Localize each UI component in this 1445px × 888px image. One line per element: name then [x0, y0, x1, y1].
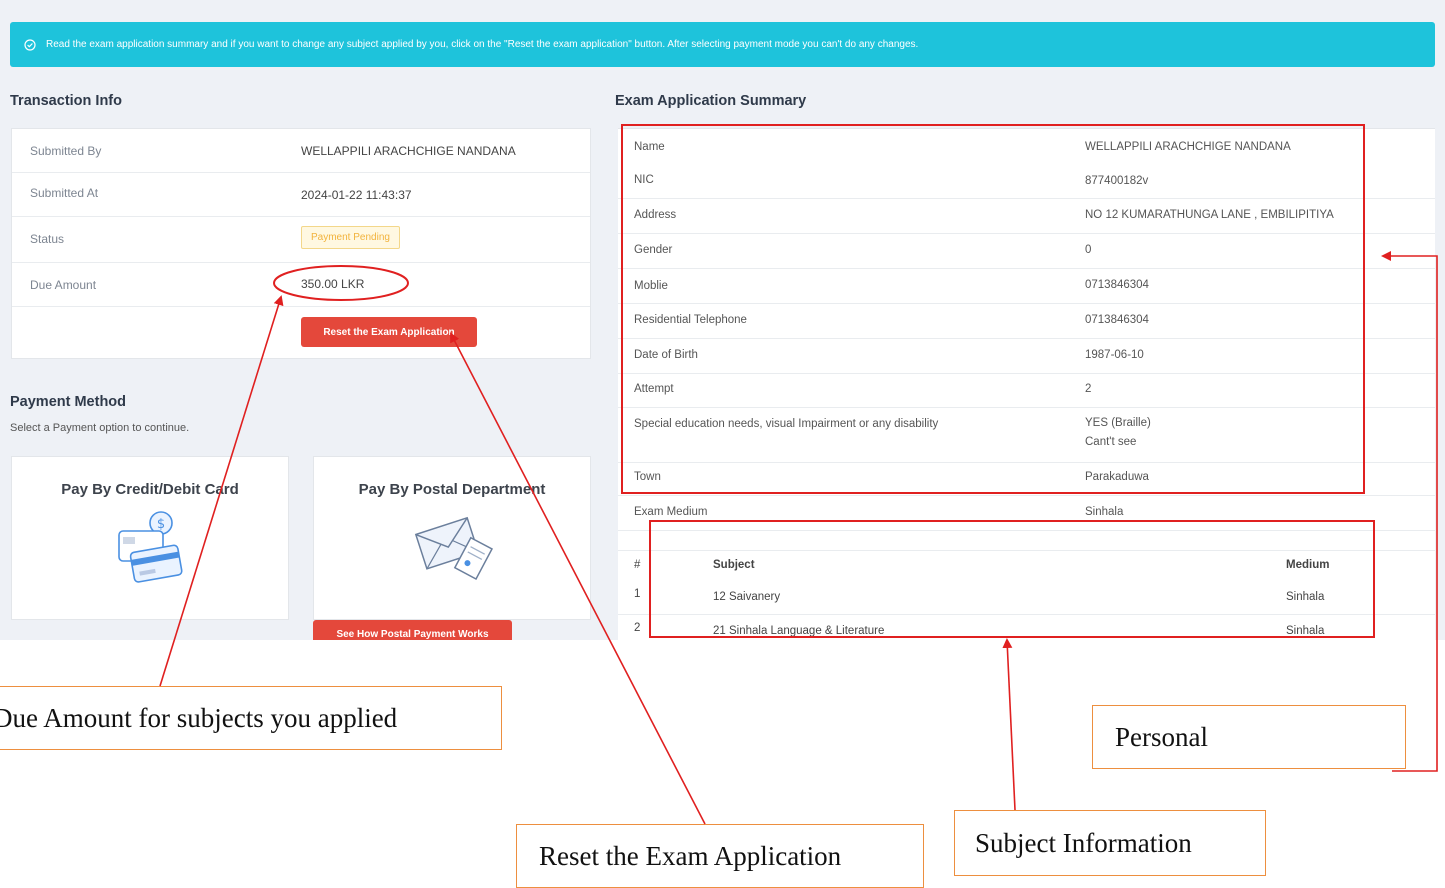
subject-header-medium: Medium — [1286, 559, 1330, 571]
exam-summary-title: Exam Application Summary — [615, 93, 807, 109]
subject-medium: Sinhala — [1286, 591, 1325, 603]
subject-info-annotation: Subject Information — [954, 810, 1266, 876]
summary-row-label: Special education needs, visual Impairme… — [634, 418, 939, 430]
subject-info-arrow — [1002, 638, 1016, 811]
subject-name: 21 Sinhala Language & Literature — [713, 625, 885, 637]
summary-row-value-extra: Cant't see — [1085, 436, 1137, 448]
summary-row-value: 0713846304 — [1085, 279, 1149, 291]
summary-row-value: Sinhala — [1085, 506, 1124, 518]
svg-text:$: $ — [157, 517, 165, 532]
summary-row-value: 0713846304 — [1085, 314, 1149, 326]
due-amount-annotation-text: Due Amount for subjects you applied — [0, 702, 398, 733]
summary-row-label: Town — [634, 471, 661, 483]
summary-row-value: 0 — [1085, 244, 1092, 256]
status-row: Status Payment Pending — [12, 216, 590, 263]
due-amount-annotation: Due Amount for subjects you applied — [0, 686, 502, 750]
payment-method-title: Payment Method — [10, 394, 127, 410]
summary-row-value: 877400182v — [1085, 175, 1149, 187]
subject-medium: Sinhala — [1286, 625, 1325, 637]
summary-row-label: Exam Medium — [634, 506, 708, 518]
exam-application-page: Read the exam application summary and if… — [0, 0, 1445, 640]
summary-row-label: NIC — [634, 174, 654, 186]
subject-table-header: # Subject Medium — [618, 550, 1435, 582]
summary-row-label: Moblie — [634, 280, 668, 292]
summary-row: Exam Medium Sinhala — [618, 496, 1435, 531]
subject-row: 1 12 Saivanery Sinhala — [618, 581, 1435, 615]
summary-row-label: Address — [634, 209, 677, 221]
alert-text: Read the exam application summary and if… — [46, 39, 919, 50]
transaction-info-title: Transaction Info — [10, 93, 122, 109]
envelope-icon — [414, 509, 494, 590]
summary-row: Moblie 0713846304 — [618, 269, 1435, 304]
summary-row: Town Parakaduwa — [618, 463, 1435, 496]
due-amount-label: Due Amount — [30, 278, 97, 292]
submitted-by-row: Submitted By WELLAPPILI ARACHCHIGE NANDA… — [12, 129, 590, 173]
submitted-at-label: Submitted At — [30, 186, 99, 200]
summary-row: Attempt 2 — [618, 374, 1435, 408]
pay-by-card-option[interactable]: Pay By Credit/Debit Card $ — [11, 456, 289, 620]
payment-method-subtitle: Select a Payment option to continue. — [10, 422, 190, 434]
check-circle-icon — [24, 38, 36, 51]
summary-spacer — [618, 531, 1435, 551]
summary-row-label: Attempt — [634, 383, 674, 395]
personal-annotation-text: Personal — [1115, 721, 1208, 752]
summary-row-value: NO 12 KUMARATHUNGA LANE , EMBILIPITIYA — [1085, 209, 1334, 221]
summary-row: Name WELLAPPILI ARACHCHIGE NANDANA — [618, 128, 1435, 165]
summary-row-label: Name — [634, 141, 665, 153]
summary-row: Gender 0 — [618, 234, 1435, 269]
status-label: Status — [30, 232, 65, 246]
subject-number: 2 — [634, 622, 641, 634]
submitted-by-label: Submitted By — [30, 144, 102, 158]
due-amount-row: Due Amount 350.00 LKR — [12, 262, 590, 307]
summary-row: Residential Telephone 0713846304 — [618, 304, 1435, 339]
submitted-by-value: WELLAPPILI ARACHCHIGE NANDANA — [301, 144, 516, 158]
transaction-info-card: Submitted By WELLAPPILI ARACHCHIGE NANDA… — [11, 128, 591, 359]
subject-header-subject: Subject — [713, 559, 755, 571]
summary-row-value: YES (Braille) — [1085, 417, 1151, 429]
subject-number: 1 — [634, 588, 641, 600]
status-badge: Payment Pending — [301, 226, 400, 249]
summary-row: Address NO 12 KUMARATHUNGA LANE , EMBILI… — [618, 199, 1435, 234]
summary-row-value: 1987-06-10 — [1085, 349, 1144, 361]
due-amount-value: 350.00 LKR — [301, 277, 365, 291]
reset-annotation-text: Reset the Exam Application — [539, 840, 842, 871]
subject-row: 2 21 Sinhala Language & Literature Sinha… — [618, 615, 1435, 640]
personal-annotation: Personal — [1092, 705, 1406, 769]
summary-row-value: 2 — [1085, 383, 1092, 395]
submitted-at-row: Submitted At 2024-01-22 11:43:37 — [12, 172, 590, 217]
reset-exam-application-button[interactable]: Reset the Exam Application — [301, 317, 477, 347]
subject-header-number: # — [634, 559, 641, 571]
subject-name: 12 Saivanery — [713, 591, 781, 603]
subject-info-annotation-text: Subject Information — [975, 827, 1192, 858]
pay-by-postal-label: Pay By Postal Department — [358, 481, 546, 498]
pay-by-card-label: Pay By Credit/Debit Card — [61, 481, 239, 498]
info-alert: Read the exam application summary and if… — [10, 22, 1435, 67]
submitted-at-value: 2024-01-22 11:43:37 — [301, 188, 412, 202]
pay-by-postal-option[interactable]: Pay By Postal Department — [313, 456, 591, 620]
see-how-postal-payment-works-button[interactable]: See How Postal Payment Works — [313, 620, 512, 640]
summary-row: Date of Birth 1987-06-10 — [618, 339, 1435, 374]
reset-annotation: Reset the Exam Application — [516, 824, 924, 888]
summary-row-label: Residential Telephone — [634, 314, 747, 326]
summary-row: NIC 877400182v — [618, 164, 1435, 199]
summary-row-label: Gender — [634, 244, 673, 256]
summary-row: Special education needs, visual Impairme… — [618, 408, 1435, 463]
summary-row-value: WELLAPPILI ARACHCHIGE NANDANA — [1085, 141, 1291, 153]
summary-row-value: Parakaduwa — [1085, 471, 1149, 483]
credit-card-icon: $ — [116, 509, 190, 590]
summary-row-label: Date of Birth — [634, 349, 698, 361]
